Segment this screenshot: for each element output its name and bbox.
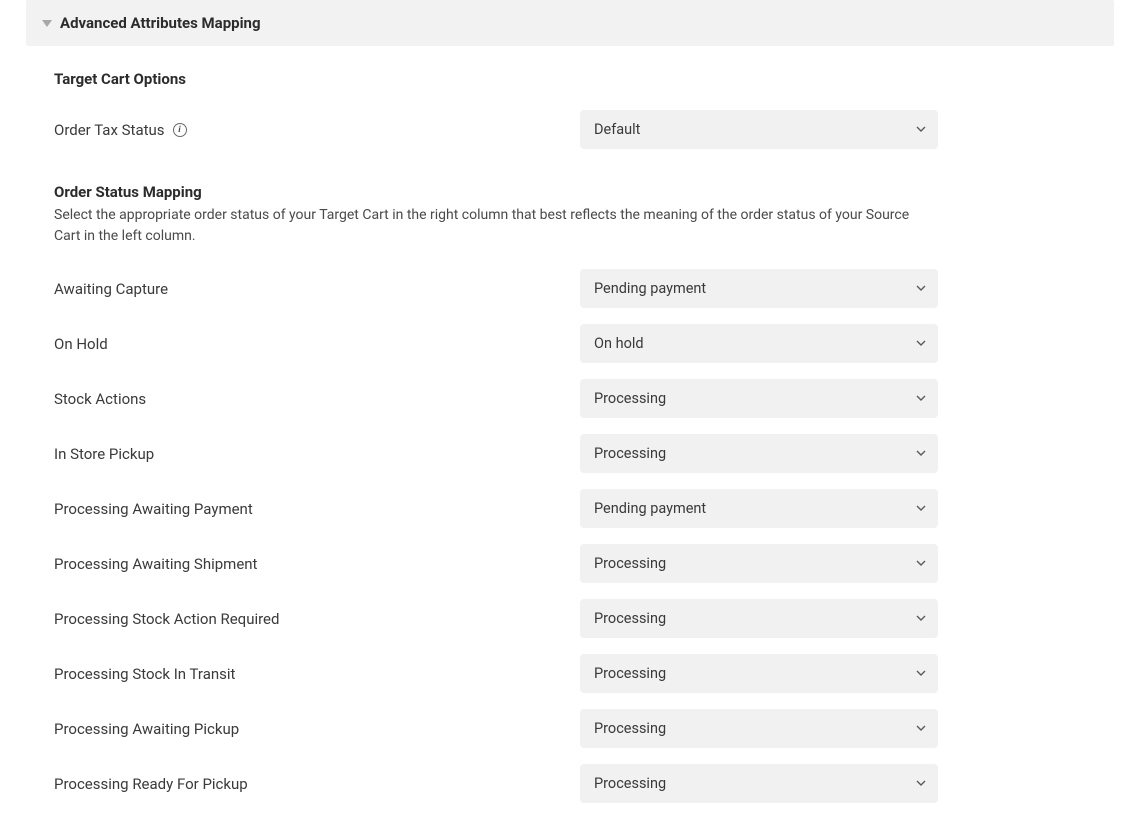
status-mapping-label: Stock Actions [54,390,580,408]
status-mapping-row: Awaiting Capture Pending payment [54,269,1086,308]
status-mapping-label-text: Processing Awaiting Shipment [54,555,257,573]
order-status-mapping-heading: Order Status Mapping [54,183,1086,201]
status-mapping-select-wrap: Pending payment [580,489,938,528]
status-mapping-select-wrap: Processing [580,544,938,583]
status-mapping-label-text: Stock Actions [54,390,146,408]
status-mapping-select[interactable]: Processing [580,544,938,583]
status-mapping-select-wrap: Pending payment [580,269,938,308]
status-mapping-select-wrap: Processing [580,599,938,638]
status-mapping-label-text: On Hold [54,335,108,353]
order-tax-status-label: Order Tax Status i [54,121,580,139]
status-mapping-select[interactable]: Processing [580,434,938,473]
status-mapping-select[interactable]: Pending payment [580,269,938,308]
status-mapping-label: Processing Stock In Transit [54,665,580,683]
status-mapping-row: In Store Pickup Processing [54,434,1086,473]
status-mapping-label-text: Processing Stock Action Required [54,610,279,628]
order-tax-status-row: Order Tax Status i Default [54,110,1086,149]
status-mapping-row: Processing Stock In Transit Processing [54,654,1086,693]
collapse-triangle-icon [42,18,52,28]
order-tax-status-label-text: Order Tax Status [54,121,165,139]
advanced-attributes-mapping-panel: Advanced Attributes Mapping Target Cart … [26,0,1114,803]
status-mapping-select-wrap: Processing [580,709,938,748]
order-status-mapping-rows: Awaiting CapturePending paymentOn HoldOn… [54,269,1086,803]
status-mapping-row: Processing Awaiting Payment Pending payme… [54,489,1086,528]
status-mapping-select[interactable]: On hold [580,324,938,363]
status-mapping-label: Processing Ready For Pickup [54,775,580,793]
status-mapping-label-text: Processing Stock In Transit [54,665,235,683]
info-icon[interactable]: i [173,123,187,137]
status-mapping-label-text: Processing Ready For Pickup [54,775,248,793]
status-mapping-row: Processing Stock Action Required Processi… [54,599,1086,638]
status-mapping-select-wrap: Processing [580,379,938,418]
status-mapping-select[interactable]: Processing [580,379,938,418]
order-tax-status-select[interactable]: Default [580,110,938,149]
status-mapping-row: Processing Awaiting Shipment Processing [54,544,1086,583]
status-mapping-select[interactable]: Processing [580,599,938,638]
status-mapping-select-wrap: Processing [580,654,938,693]
status-mapping-label: In Store Pickup [54,445,580,463]
panel-body: Target Cart Options Order Tax Status i D… [26,46,1114,803]
status-mapping-select[interactable]: Processing [580,764,938,803]
status-mapping-label-text: Awaiting Capture [54,280,168,298]
status-mapping-label-text: Processing Awaiting Payment [54,500,253,518]
status-mapping-label: Processing Awaiting Shipment [54,555,580,573]
panel-header[interactable]: Advanced Attributes Mapping [26,0,1114,46]
status-mapping-select[interactable]: Processing [580,709,938,748]
status-mapping-label: On Hold [54,335,580,353]
panel-title: Advanced Attributes Mapping [60,14,261,32]
status-mapping-select-wrap: On hold [580,324,938,363]
status-mapping-label: Awaiting Capture [54,280,580,298]
status-mapping-row: Processing Ready For Pickup Processing [54,764,1086,803]
status-mapping-row: Processing Awaiting Pickup Processing [54,709,1086,748]
status-mapping-row: On Hold On hold [54,324,1086,363]
status-mapping-select[interactable]: Processing [580,654,938,693]
status-mapping-select[interactable]: Pending payment [580,489,938,528]
status-mapping-label-text: Processing Awaiting Pickup [54,720,239,738]
order-tax-status-select-wrap: Default [580,110,938,149]
status-mapping-select-wrap: Processing [580,434,938,473]
status-mapping-label: Processing Stock Action Required [54,610,580,628]
status-mapping-label: Processing Awaiting Payment [54,500,580,518]
status-mapping-select-wrap: Processing [580,764,938,803]
status-mapping-row: Stock Actions Processing [54,379,1086,418]
target-cart-options-heading: Target Cart Options [54,70,1086,88]
order-status-mapping-description: Select the appropriate order status of y… [54,205,914,247]
status-mapping-label: Processing Awaiting Pickup [54,720,580,738]
status-mapping-label-text: In Store Pickup [54,445,154,463]
